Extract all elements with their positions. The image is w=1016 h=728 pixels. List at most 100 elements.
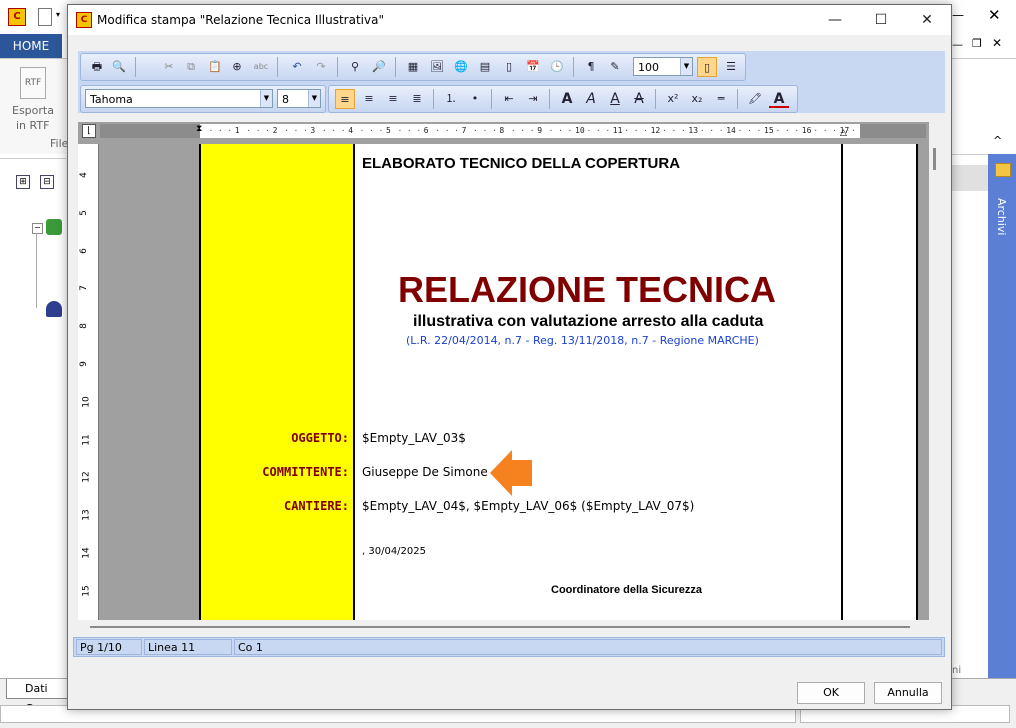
search-icon[interactable]: 🔎 bbox=[369, 57, 389, 77]
horizontal-line-icon[interactable]: ═ bbox=[711, 89, 731, 109]
file-group-label: File bbox=[50, 137, 69, 150]
font-color-icon[interactable]: A bbox=[769, 89, 789, 108]
ruler-mark-10: 10 bbox=[575, 126, 585, 135]
maximize-button[interactable]: ☐ bbox=[858, 5, 904, 35]
page-view-icon[interactable]: ▯ bbox=[697, 57, 717, 77]
chevron-down-icon[interactable]: ▼ bbox=[308, 90, 320, 107]
vruler-mark-4: 4 bbox=[78, 172, 89, 178]
bg-minimize-icon[interactable]: — bbox=[952, 8, 964, 22]
insert-image-icon[interactable]: 🖼 bbox=[427, 57, 447, 77]
dropdown-icon[interactable]: ▾ bbox=[56, 10, 60, 19]
vertical-scrollbar[interactable] bbox=[929, 144, 943, 620]
left-indent-marker[interactable]: ⧗ bbox=[196, 124, 202, 134]
superscript-icon[interactable]: x² bbox=[663, 89, 683, 109]
justify-icon[interactable]: ≣ bbox=[407, 89, 427, 109]
paste-icon[interactable]: 📋 bbox=[205, 57, 225, 77]
background-color-icon[interactable]: 🖍 bbox=[745, 89, 765, 109]
ruler-dot: · bbox=[482, 126, 488, 135]
find-icon[interactable]: ⚲ bbox=[345, 57, 365, 77]
ruler-dot: · bbox=[255, 126, 261, 135]
ruler-dot: · bbox=[444, 126, 450, 135]
print-preview-icon[interactable]: 🔍 bbox=[109, 57, 129, 77]
ruler-mark-16: 16 bbox=[801, 126, 812, 135]
insert-time-icon[interactable]: 🕒 bbox=[547, 57, 567, 77]
bg-close-icon[interactable]: ✕ bbox=[988, 6, 1001, 24]
ruler-dot: · bbox=[558, 126, 563, 135]
tab-stop-selector[interactable]: ⌊ bbox=[82, 124, 96, 138]
strikethrough-icon[interactable]: A bbox=[629, 89, 649, 109]
cut-icon[interactable]: ✂ bbox=[159, 57, 179, 77]
subscript-icon[interactable]: x₂ bbox=[687, 89, 707, 109]
bold-icon[interactable]: A bbox=[557, 89, 577, 109]
ruler-dot: · bbox=[217, 126, 223, 135]
home-tab[interactable]: HOME bbox=[0, 34, 62, 58]
ruler-dot: · bbox=[671, 126, 677, 135]
cancel-button[interactable]: Annulla bbox=[874, 682, 942, 704]
insert-field-icon[interactable]: ▤ bbox=[475, 57, 495, 77]
ruler-dot: · bbox=[331, 126, 337, 135]
ruler-dot: · bbox=[302, 126, 308, 135]
horizontal-scroll-thumb[interactable] bbox=[90, 626, 910, 628]
archivi-side-tab[interactable]: Archivi bbox=[988, 154, 1016, 684]
font-size-select[interactable]: 8 ▼ bbox=[277, 89, 321, 108]
paste-special-icon[interactable]: ⊕ bbox=[227, 57, 247, 77]
pointer-arrow-icon bbox=[490, 450, 532, 499]
vertical-scroll-thumb[interactable] bbox=[933, 148, 936, 170]
align-left-icon[interactable]: ≡ bbox=[335, 89, 355, 109]
show-formatting-icon[interactable]: ¶ bbox=[581, 57, 601, 77]
highlight-icon[interactable]: ✎ bbox=[605, 57, 625, 77]
page-icon[interactable]: ▯ bbox=[499, 57, 519, 77]
numbered-list-icon[interactable]: ⒈ bbox=[441, 89, 461, 109]
bg-ribbon-minimize-icon[interactable]: — bbox=[952, 38, 963, 51]
undo-icon[interactable]: ↶ bbox=[287, 57, 307, 77]
tree-panel: ⊞ ⊟ − bbox=[0, 158, 66, 679]
ribbon-collapse-icon[interactable]: ^ bbox=[993, 134, 1002, 147]
expand-all-icon[interactable]: ⊞ bbox=[16, 175, 30, 189]
print-icon[interactable]: 🖶 bbox=[87, 57, 107, 77]
dati-generali-tab[interactable]: Dati Gen bbox=[6, 679, 68, 715]
insert-date-icon[interactable]: 📅 bbox=[523, 57, 543, 77]
chevron-down-icon[interactable]: ▼ bbox=[680, 58, 692, 75]
collapse-all-icon[interactable]: ⊟ bbox=[40, 175, 54, 189]
export-rtf-icon[interactable]: RTF bbox=[20, 67, 46, 99]
chevron-down-icon[interactable]: ▼ bbox=[260, 90, 272, 107]
redo-icon[interactable]: ↷ bbox=[311, 57, 331, 77]
align-center-icon[interactable]: ≡ bbox=[359, 89, 379, 109]
underline-icon[interactable]: A bbox=[605, 89, 625, 109]
new-document-icon[interactable] bbox=[38, 8, 52, 26]
increase-indent-icon[interactable]: ⇥ bbox=[523, 89, 543, 109]
vruler-mark-7: 7 bbox=[78, 285, 89, 292]
insert-table-icon[interactable]: ▦ bbox=[403, 57, 423, 77]
export-rtf-label-1[interactable]: Esporta bbox=[12, 104, 54, 117]
italic-icon[interactable]: A bbox=[581, 89, 601, 109]
vruler-mark-12: 12 bbox=[81, 471, 92, 484]
align-right-icon[interactable]: ≡ bbox=[383, 89, 403, 109]
tree-collapse-icon[interactable]: − bbox=[32, 223, 43, 234]
copy-icon[interactable]: ⧉ bbox=[181, 57, 201, 77]
spellcheck-icon[interactable]: abc bbox=[251, 57, 271, 77]
ruler-mark-2: 2 bbox=[272, 126, 278, 135]
ok-button[interactable]: OK bbox=[797, 682, 865, 704]
bg-ribbon-close-icon[interactable]: ✕ bbox=[992, 36, 1002, 50]
vertical-ruler[interactable]: 4 5 6 7 8 9 10 11 12 13 14 15 bbox=[78, 144, 99, 620]
close-button[interactable]: ✕ bbox=[904, 5, 950, 35]
bullet-list-icon[interactable]: • bbox=[465, 89, 485, 109]
decrease-indent-icon[interactable]: ⇤ bbox=[499, 89, 519, 109]
doc-subtitle: illustrativa con valutazione arresto all… bbox=[413, 313, 764, 330]
zoom-select[interactable]: 100 ▼ bbox=[633, 57, 693, 76]
ruler-dot: · bbox=[784, 126, 790, 135]
archivi-label[interactable]: Archivi bbox=[995, 198, 1008, 235]
insert-link-icon[interactable]: 🌐 bbox=[451, 57, 471, 77]
bg-ribbon-restore-icon[interactable]: ❐ bbox=[972, 37, 982, 50]
document-editor[interactable]: ⌊ 12345678910111213141516171819·········… bbox=[78, 122, 943, 620]
export-rtf-label-2[interactable]: in RTF bbox=[16, 119, 49, 132]
dialog-app-icon: C bbox=[76, 12, 92, 28]
horizontal-scrollbar[interactable] bbox=[78, 620, 945, 634]
right-indent-marker[interactable]: △ bbox=[840, 128, 847, 138]
minimize-button[interactable]: — bbox=[812, 5, 858, 35]
horizontal-ruler[interactable]: 12345678910111213141516171819···········… bbox=[100, 124, 926, 138]
draft-view-icon[interactable]: ☰ bbox=[721, 57, 741, 77]
ruler-dot: · bbox=[454, 126, 459, 135]
ruler-dot: · bbox=[718, 126, 724, 135]
font-name-select[interactable]: Tahoma ▼ bbox=[85, 89, 273, 108]
